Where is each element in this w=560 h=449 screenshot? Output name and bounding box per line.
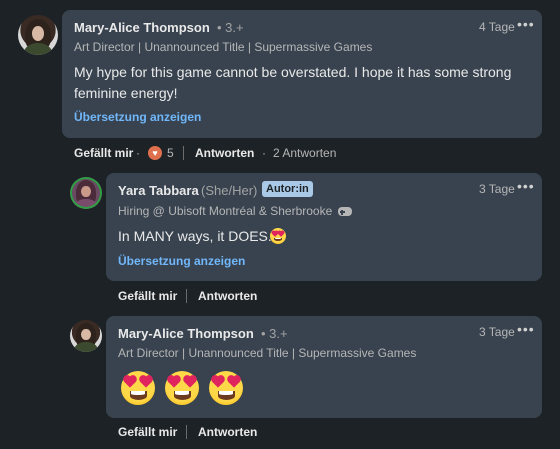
connection-degree: • 3.+ (217, 20, 244, 35)
reply-card: Yara Tabbara (She/Her) Autor:in 3 Tage •… (106, 173, 542, 281)
reply-button[interactable]: Antworten (198, 425, 257, 439)
reply-count[interactable]: 2 Antworten (273, 146, 336, 160)
gamepad-icon (337, 207, 352, 217)
more-options-icon[interactable]: ••• (517, 321, 535, 337)
comment-card: Mary-Alice Thompson • 3.+ 4 Tage ••• Art… (62, 10, 542, 138)
author-headline: Art Director | Unannounced Title | Super… (118, 346, 417, 360)
heart-eyes-emoji (165, 371, 199, 405)
divider (186, 289, 187, 303)
more-options-icon[interactable]: ••• (517, 178, 535, 194)
author-name[interactable]: Yara Tabbara (118, 183, 199, 198)
heart-eyes-emoji (270, 228, 286, 244)
author-headline: Hiring @ Ubisoft Montréal & Sherbrooke (118, 204, 352, 218)
divider (186, 425, 187, 439)
more-options-icon[interactable]: ••• (517, 16, 535, 32)
author-headline-text: Hiring @ Ubisoft Montréal & Sherbrooke (118, 204, 333, 218)
reply-button[interactable]: Antworten (195, 146, 254, 160)
comment-text: My hype for this game cannot be overstat… (74, 64, 512, 101)
heart-reaction-icon[interactable]: ♥ (148, 146, 162, 160)
author-badge: Autor:in (262, 181, 313, 197)
connection-degree: • 3.+ (261, 326, 288, 341)
reaction-count[interactable]: 5 (167, 146, 174, 160)
heart-eyes-emoji (209, 371, 243, 405)
divider (183, 146, 184, 160)
reply-button[interactable]: Antworten (198, 289, 257, 303)
avatar[interactable] (70, 320, 102, 352)
author-name[interactable]: Mary-Alice Thompson (118, 326, 254, 341)
separator-dot: · (136, 146, 140, 160)
timestamp: 3 Tage (479, 182, 515, 196)
timestamp: 3 Tage (479, 325, 515, 339)
translate-link[interactable]: Übersetzung anzeigen (118, 254, 245, 268)
reply-card: Mary-Alice Thompson • 3.+ 3 Tage ••• Art… (106, 316, 542, 418)
heart-eyes-emoji (121, 371, 155, 405)
author-name[interactable]: Mary-Alice Thompson (74, 20, 210, 35)
reply-text: In MANY ways, it DOES. (118, 228, 272, 244)
like-button[interactable]: Gefällt mir (118, 289, 177, 303)
translate-link[interactable]: Übersetzung anzeigen (74, 110, 201, 124)
avatar[interactable] (18, 15, 58, 55)
like-button[interactable]: Gefällt mir (74, 146, 133, 160)
author-headline: Art Director | Unannounced Title | Super… (74, 40, 373, 54)
like-button[interactable]: Gefällt mir (118, 425, 177, 439)
separator-dot: · (262, 146, 266, 160)
timestamp: 4 Tage (479, 20, 515, 34)
author-pronouns: (She/Her) (201, 183, 258, 198)
avatar[interactable] (70, 177, 102, 209)
